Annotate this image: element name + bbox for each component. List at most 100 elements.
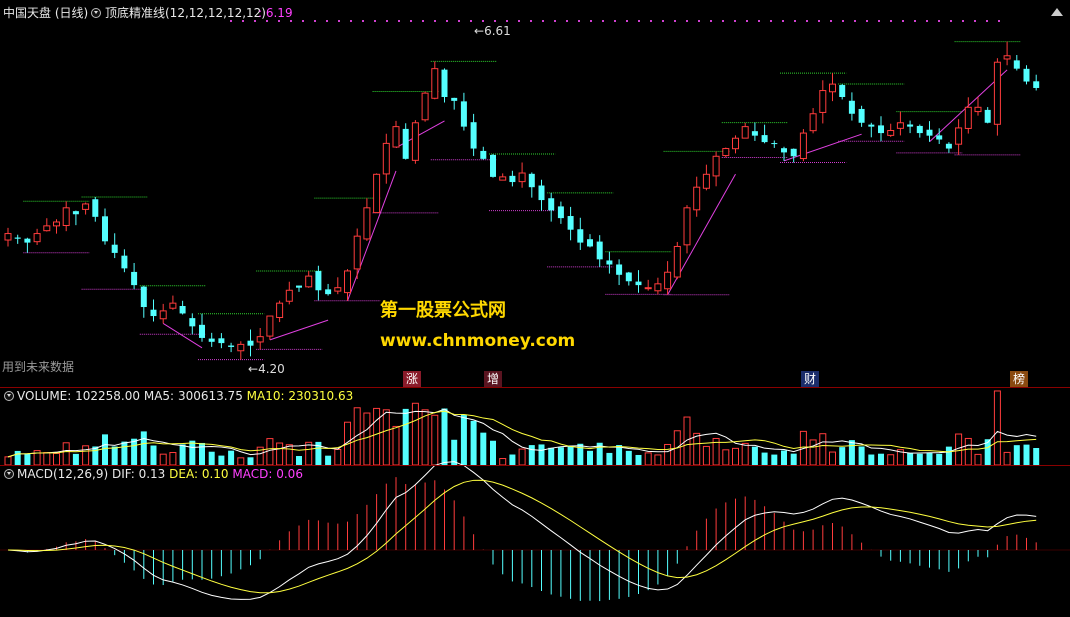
candle-body-down bbox=[548, 198, 555, 211]
volume-bar-up bbox=[693, 432, 701, 466]
top-dot-marker bbox=[518, 20, 520, 22]
candle-body-down bbox=[102, 216, 108, 242]
candle-body-down bbox=[587, 239, 593, 247]
ma10-label: MA10: bbox=[246, 389, 285, 403]
volume-bar-down bbox=[24, 453, 31, 465]
expand-icon[interactable] bbox=[1051, 8, 1063, 16]
top-dot-marker bbox=[290, 20, 292, 22]
top-dot-marker bbox=[914, 20, 916, 22]
candle-body-down bbox=[907, 124, 914, 127]
top-dot-marker bbox=[938, 20, 940, 22]
candle-body-down bbox=[984, 109, 991, 123]
candle-body-down bbox=[858, 108, 865, 123]
candle-body-down bbox=[635, 281, 642, 286]
dea-label: DEA: bbox=[169, 467, 199, 481]
candle-body-down bbox=[1013, 60, 1020, 69]
candle-body-up bbox=[353, 235, 361, 270]
top-dot-marker bbox=[266, 20, 268, 22]
volume-bar-down bbox=[538, 444, 545, 465]
volume-dropdown-icon[interactable] bbox=[4, 391, 14, 401]
volume-bar-down bbox=[839, 447, 846, 465]
candle-body-up bbox=[741, 126, 749, 139]
event-tag-bang[interactable]: 榜 bbox=[1010, 371, 1029, 387]
top-dot-marker bbox=[578, 20, 580, 22]
candle-body-up bbox=[702, 173, 710, 189]
dropdown-icon[interactable] bbox=[91, 8, 101, 18]
event-tag-zhang[interactable]: 涨 bbox=[403, 371, 422, 387]
candle-body-up bbox=[819, 90, 827, 113]
candle-body-up bbox=[732, 137, 739, 150]
candle-body-down bbox=[247, 340, 254, 346]
candle-body-down bbox=[945, 143, 952, 149]
volume-bar-down bbox=[296, 456, 302, 465]
volume-bar-down bbox=[189, 440, 196, 465]
candle-body-up bbox=[896, 122, 904, 129]
candle-body-down bbox=[131, 271, 138, 286]
candle-body-down bbox=[868, 124, 875, 127]
panel-divider-volume bbox=[0, 465, 1070, 466]
candle-body-down bbox=[441, 69, 448, 97]
top-dot-marker bbox=[722, 20, 724, 22]
candle-body-up bbox=[955, 127, 963, 145]
candle-body-down bbox=[179, 306, 186, 314]
top-dot-marker bbox=[422, 20, 424, 22]
candle-body-down bbox=[199, 324, 205, 338]
top-dot-marker bbox=[278, 20, 280, 22]
volume-bar-down bbox=[548, 447, 555, 465]
candle-body-up bbox=[887, 130, 895, 136]
volume-bar-up bbox=[421, 409, 429, 466]
macd-dropdown-icon[interactable] bbox=[4, 469, 14, 479]
top-dot-marker bbox=[590, 20, 592, 22]
candle-body-down bbox=[509, 175, 516, 183]
volume-bar-down bbox=[587, 450, 593, 465]
candle-body-up bbox=[644, 287, 652, 290]
top-dot-marker bbox=[794, 20, 796, 22]
top-dot-marker bbox=[482, 20, 484, 22]
volume-bar-up bbox=[373, 407, 381, 466]
top-dot-marker bbox=[242, 20, 244, 22]
candle-body-up bbox=[421, 92, 429, 121]
ma5-value: 300613.75 bbox=[177, 389, 243, 403]
volume-bar-up bbox=[819, 433, 827, 466]
event-tag-zeng[interactable]: 增 bbox=[484, 371, 503, 387]
trend-line bbox=[269, 319, 329, 341]
candle-body-down bbox=[325, 289, 332, 295]
top-dot-marker bbox=[494, 20, 496, 22]
stock-chart[interactable] bbox=[0, 0, 1070, 617]
volume-bar-up bbox=[62, 442, 70, 466]
volume-bar-down bbox=[567, 445, 574, 465]
indicator-name[interactable]: 顶底精准线(12,12,12,12,12) bbox=[105, 6, 266, 20]
candle-body-down bbox=[1033, 81, 1040, 88]
volume-bar-up bbox=[644, 452, 652, 466]
volume-bar-up bbox=[518, 448, 526, 466]
top-dot-marker bbox=[530, 20, 532, 22]
candle-body-down bbox=[848, 100, 855, 114]
candle-body-up bbox=[237, 343, 245, 352]
volume-bar-up bbox=[722, 449, 730, 466]
top-dot-marker bbox=[962, 20, 964, 22]
high-price-label: ←6.61 bbox=[474, 24, 511, 38]
volume-bar-down bbox=[92, 446, 99, 465]
volume-bar-up bbox=[809, 439, 817, 466]
stock-title: 中国天盘 (日线) bbox=[3, 6, 89, 20]
candle-body-down bbox=[839, 85, 846, 97]
volume-bar-down bbox=[102, 434, 108, 465]
top-dot-marker bbox=[734, 20, 736, 22]
volume-bar-down bbox=[878, 453, 884, 465]
top-dot-marker bbox=[614, 20, 616, 22]
volume-bar-down bbox=[868, 454, 875, 465]
event-tag-cai[interactable]: 财 bbox=[801, 371, 820, 387]
top-dot-marker bbox=[506, 20, 508, 22]
volume-bar-down bbox=[616, 445, 623, 465]
dea-value: 0.10 bbox=[201, 467, 229, 481]
watermark-url: www.chnmoney.com bbox=[380, 331, 576, 351]
volume-bar-down bbox=[916, 453, 923, 465]
candle-body-up bbox=[799, 132, 807, 160]
volume-label: VOLUME: bbox=[17, 389, 72, 403]
candle-body-up bbox=[266, 315, 274, 337]
top-dot-marker bbox=[818, 20, 820, 22]
top-dot-marker bbox=[602, 20, 604, 22]
candle-body-down bbox=[14, 237, 21, 239]
candle-body-down bbox=[790, 148, 797, 157]
candle-body-up bbox=[373, 173, 381, 214]
